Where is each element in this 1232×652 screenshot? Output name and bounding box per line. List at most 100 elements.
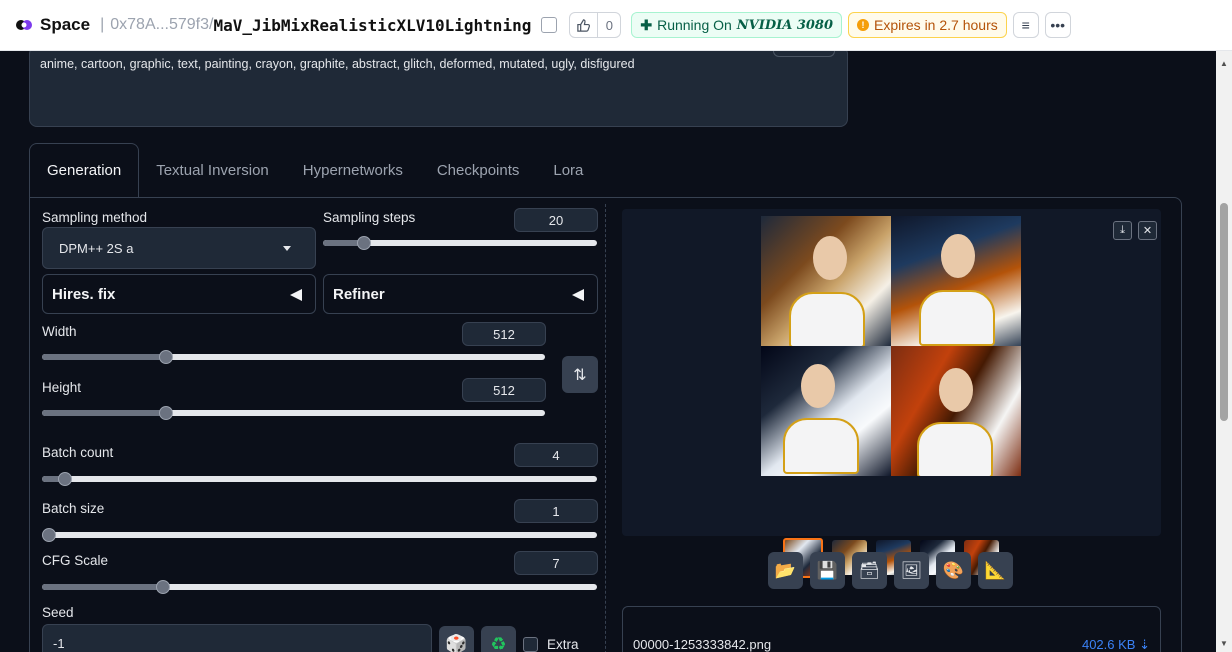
slider-knob[interactable]	[356, 236, 371, 250]
batch-size-slider[interactable]	[42, 528, 597, 542]
sampling-method-value: DPM++ 2S a	[59, 240, 134, 256]
width-label: Width	[42, 324, 77, 339]
sampling-steps-label: Sampling steps	[323, 210, 416, 225]
like-button[interactable]: 0	[569, 12, 622, 38]
title-separator: |	[100, 16, 105, 33]
figure-face	[941, 234, 975, 278]
scroll-down-icon[interactable]: ▼	[1220, 639, 1228, 648]
prompt-button-edge	[773, 51, 835, 57]
batch-size-input[interactable]: 1	[514, 499, 598, 523]
output-toolbar: 📂 💾 🗃 🖼 🎨 📐	[768, 552, 1013, 589]
space-logo-icon	[16, 20, 32, 30]
hires-fix-label: Hires. fix	[52, 285, 116, 303]
hf-space-logo[interactable]: Space	[14, 15, 90, 35]
width-slider[interactable]	[42, 350, 545, 364]
recycle-icon: ♻	[490, 634, 507, 652]
figure-armor	[789, 292, 865, 346]
tab-checkpoints[interactable]: Checkpoints	[420, 143, 537, 198]
sampling-method-label: Sampling method	[42, 210, 148, 225]
dice-icon: 🎲	[445, 634, 468, 652]
thumbs-up-icon	[570, 13, 599, 37]
picture-icon: 🖼	[900, 560, 923, 580]
figure-face	[813, 236, 847, 280]
download-icon[interactable]: ⤓	[1113, 221, 1132, 240]
seed-label: Seed	[42, 605, 74, 620]
figure-armor	[919, 290, 995, 346]
space-logo-text: Space	[40, 15, 91, 34]
batch-count-input[interactable]: 4	[514, 443, 598, 467]
negative-prompt-text: anime, cartoon, graphic, text, painting,…	[40, 57, 635, 71]
list-icon: ≡	[1021, 17, 1030, 33]
send-to-img2img-button[interactable]: 🖼	[894, 552, 929, 589]
page-scrollbar[interactable]: ▲ ▼	[1216, 51, 1232, 652]
generated-image	[891, 346, 1021, 476]
extra-seed-checkbox[interactable]	[523, 637, 538, 652]
hires-fix-accordion[interactable]: Hires. fix	[42, 274, 316, 314]
tab-lora[interactable]: Lora	[536, 143, 600, 198]
batch-size-label: Batch size	[42, 501, 105, 516]
height-label: Height	[42, 380, 82, 395]
repo-name[interactable]: MaV_JibMixRealisticXLV10Lightning	[213, 16, 531, 35]
main-tabs: Generation Textual Inversion Hypernetwor…	[29, 143, 600, 198]
logs-button[interactable]: ≡	[1012, 12, 1039, 38]
reuse-seed-button[interactable]: ♻	[481, 626, 516, 652]
plus-icon: ✚	[640, 16, 653, 33]
open-folder-button[interactable]: 📂	[768, 552, 803, 589]
send-to-extras-button[interactable]: 📐	[978, 552, 1013, 589]
output-filename[interactable]: 00000-1253333842.png	[633, 637, 771, 652]
cfg-scale-slider[interactable]	[42, 580, 597, 594]
expires-label: Expires in 2.7 hours	[874, 17, 998, 33]
sampling-steps-slider[interactable]	[323, 236, 597, 250]
random-seed-button[interactable]: 🎲	[439, 626, 474, 652]
cfg-scale-input[interactable]: 7	[514, 551, 598, 575]
more-options-button[interactable]: •••	[1044, 12, 1071, 38]
output-filesize[interactable]: 402.6 KB ⇣	[1082, 637, 1150, 652]
figure-face	[939, 368, 973, 412]
more-icon: •••	[1050, 17, 1066, 33]
slider-knob[interactable]	[155, 580, 170, 594]
slider-fill	[42, 354, 167, 360]
image-grid-preview[interactable]	[761, 216, 1021, 476]
seed-input[interactable]: -1	[42, 624, 432, 652]
width-input[interactable]: 512	[462, 322, 546, 346]
tab-textual-inversion[interactable]: Textual Inversion	[139, 143, 286, 198]
batch-count-slider[interactable]	[42, 472, 597, 486]
palette-icon: 🎨	[942, 560, 965, 580]
expires-badge[interactable]: ! Expires in 2.7 hours	[848, 12, 1007, 38]
height-slider[interactable]	[42, 406, 545, 420]
swap-dimensions-button[interactable]: ⇅	[562, 356, 598, 393]
tab-hypernetworks[interactable]: Hypernetworks	[286, 143, 420, 198]
chevron-down-icon	[283, 246, 291, 251]
space-header: Space | 0x78A...579f3 / MaV_JibMixRealis…	[0, 0, 1232, 51]
sampling-steps-input[interactable]: 20	[514, 208, 598, 232]
figure-face	[801, 364, 835, 408]
webui-app: anime, cartoon, graphic, text, painting,…	[0, 51, 1216, 652]
expand-arrow-icon	[290, 289, 302, 301]
zip-button[interactable]: 🗃	[852, 552, 887, 589]
copy-icon[interactable]	[541, 17, 558, 33]
download-files-box: 00000-1253333842.png 402.6 KB ⇣	[622, 606, 1161, 652]
column-divider	[605, 204, 606, 652]
figure-armor	[783, 418, 859, 474]
scrollbar-thumb[interactable]	[1220, 203, 1228, 421]
generated-image	[761, 216, 891, 346]
close-icon[interactable]: ✕	[1138, 221, 1157, 240]
negative-prompt-textarea[interactable]: anime, cartoon, graphic, text, painting,…	[29, 51, 848, 127]
running-status-badge[interactable]: ✚ Running On NVIDIA 3080	[631, 12, 842, 38]
save-button[interactable]: 💾	[810, 552, 845, 589]
slider-fill	[42, 410, 167, 416]
output-gallery: ⤓ ✕	[622, 209, 1161, 578]
swap-arrows-icon: ⇅	[573, 366, 587, 384]
expand-arrow-icon	[572, 289, 584, 301]
repo-owner[interactable]: 0x78A...579f3	[110, 16, 209, 34]
tab-generation[interactable]: Generation	[29, 143, 140, 198]
sampling-method-dropdown[interactable]: DPM++ 2S a	[42, 227, 316, 269]
send-to-inpaint-button[interactable]: 🎨	[936, 552, 971, 589]
refiner-label: Refiner	[333, 285, 385, 303]
scroll-up-icon[interactable]: ▲	[1220, 59, 1228, 68]
refiner-accordion[interactable]: Refiner	[323, 274, 598, 314]
generated-image	[761, 346, 891, 476]
like-count: 0	[605, 17, 613, 33]
height-input[interactable]: 512	[462, 378, 546, 402]
slider-knob[interactable]	[42, 528, 56, 542]
